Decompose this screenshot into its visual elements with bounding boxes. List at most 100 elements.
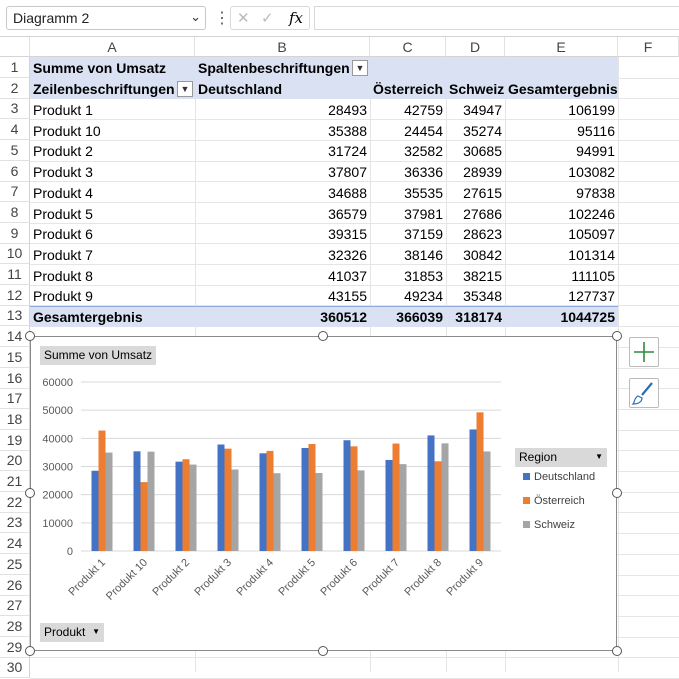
pivot-row-label[interactable]: Produkt 3 bbox=[30, 162, 195, 182]
pivot-cell-de[interactable]: 31724 bbox=[195, 141, 370, 161]
pivot-cell-total[interactable]: 102246 bbox=[505, 204, 618, 224]
resize-handle-right[interactable] bbox=[612, 488, 622, 498]
formula-input[interactable] bbox=[314, 6, 679, 30]
row-header-15[interactable]: 15 bbox=[0, 347, 30, 368]
pivot-cell-de[interactable]: 36579 bbox=[195, 204, 370, 224]
pivot-cell-total[interactable]: 111105 bbox=[505, 266, 618, 286]
column-header-c[interactable]: C bbox=[370, 37, 446, 57]
resize-handle-bottom-left[interactable] bbox=[25, 646, 35, 656]
pivot-cell-at[interactable]: 38146 bbox=[370, 245, 446, 265]
pivot-cell-ch[interactable]: 30842 bbox=[446, 245, 505, 265]
row-header-27[interactable]: 27 bbox=[0, 595, 30, 616]
pivot-cell-de[interactable]: 37807 bbox=[195, 162, 370, 182]
pivot-cell-total[interactable]: 97838 bbox=[505, 183, 618, 203]
pivot-col-oesterreich[interactable]: Österreich bbox=[370, 79, 446, 99]
name-box[interactable]: Diagramm 2 ⌄ bbox=[6, 6, 206, 30]
pivot-cell-at[interactable]: 31853 bbox=[370, 266, 446, 286]
pivot-cell-de[interactable]: 43155 bbox=[195, 286, 370, 306]
pivot-cell-at[interactable]: 42759 bbox=[370, 100, 446, 120]
column-header-a[interactable]: A bbox=[30, 37, 195, 57]
pivot-row-label[interactable]: Produkt 4 bbox=[30, 183, 195, 203]
pivot-row-label[interactable]: Produkt 7 bbox=[30, 245, 195, 265]
pivot-cell-de[interactable]: 41037 bbox=[195, 266, 370, 286]
row-header-19[interactable]: 19 bbox=[0, 430, 30, 451]
pivot-row-label[interactable]: Produkt 10 bbox=[30, 121, 195, 141]
row-header-4[interactable]: 4 bbox=[0, 119, 30, 140]
row-filter-button[interactable]: ▼ bbox=[177, 81, 193, 97]
pivot-cell-ch[interactable]: 28623 bbox=[446, 224, 505, 244]
row-header-1[interactable]: 1 bbox=[0, 57, 30, 78]
pivot-chart[interactable]: Summe von Umsatz Produkt ▼ Region ▼ 0 100… bbox=[30, 336, 617, 651]
pivot-cell-total[interactable]: 106199 bbox=[505, 100, 618, 120]
row-header-6[interactable]: 6 bbox=[0, 161, 30, 182]
row-header-30[interactable]: 30 bbox=[0, 657, 30, 678]
pivot-cell-at[interactable]: 37159 bbox=[370, 224, 446, 244]
pivot-cell-ch[interactable]: 30685 bbox=[446, 141, 505, 161]
chart-styles-button[interactable] bbox=[629, 378, 659, 408]
pivot-col-schweiz[interactable]: Schweiz bbox=[446, 79, 505, 99]
pivot-cell-de[interactable]: 32326 bbox=[195, 245, 370, 265]
pivot-cell-total[interactable]: 127737 bbox=[505, 286, 618, 306]
total-schweiz[interactable]: 318174 bbox=[446, 307, 505, 327]
pivot-cell-at[interactable]: 32582 bbox=[370, 141, 446, 161]
pivot-value-label[interactable]: Summe von Umsatz bbox=[30, 58, 195, 78]
chevron-down-icon[interactable]: ⌄ bbox=[190, 9, 201, 25]
row-header-25[interactable]: 25 bbox=[0, 554, 30, 575]
more-options-icon[interactable]: ⋮ bbox=[214, 8, 230, 28]
pivot-cell-total[interactable]: 105097 bbox=[505, 224, 618, 244]
row-header-20[interactable]: 20 bbox=[0, 450, 30, 471]
row-header-9[interactable]: 9 bbox=[0, 223, 30, 244]
column-header-b[interactable]: B bbox=[195, 37, 370, 57]
pivot-cell-ch[interactable]: 28939 bbox=[446, 162, 505, 182]
column-header-e[interactable]: E bbox=[505, 37, 618, 57]
row-header-2[interactable]: 2 bbox=[0, 78, 30, 99]
pivot-cell-ch[interactable]: 34947 bbox=[446, 100, 505, 120]
pivot-cell-ch[interactable]: 27615 bbox=[446, 183, 505, 203]
column-filter-button[interactable]: ▼ bbox=[352, 60, 368, 76]
row-header-24[interactable]: 24 bbox=[0, 533, 30, 554]
pivot-cell-at[interactable]: 37981 bbox=[370, 204, 446, 224]
column-header-f[interactable]: F bbox=[618, 37, 679, 57]
resize-handle-bottom[interactable] bbox=[318, 646, 328, 656]
row-header-16[interactable]: 16 bbox=[0, 368, 30, 389]
pivot-row-label[interactable]: Produkt 9 bbox=[30, 286, 195, 306]
total-oesterreich[interactable]: 366039 bbox=[370, 307, 446, 327]
pivot-cell-at[interactable]: 49234 bbox=[370, 286, 446, 306]
row-header-8[interactable]: 8 bbox=[0, 202, 30, 223]
pivot-cell-de[interactable]: 35388 bbox=[195, 121, 370, 141]
pivot-cell-at[interactable]: 35535 bbox=[370, 183, 446, 203]
select-all-corner[interactable] bbox=[0, 37, 30, 57]
pivot-cell-de[interactable]: 39315 bbox=[195, 224, 370, 244]
pivot-col-total[interactable]: Gesamtergebnis bbox=[505, 79, 618, 99]
resize-handle-left[interactable] bbox=[25, 488, 35, 498]
pivot-cell-total[interactable]: 95116 bbox=[505, 121, 618, 141]
row-header-5[interactable]: 5 bbox=[0, 140, 30, 161]
pivot-cell-total[interactable]: 94991 bbox=[505, 141, 618, 161]
pivot-row-label[interactable]: Produkt 6 bbox=[30, 224, 195, 244]
row-header-26[interactable]: 26 bbox=[0, 575, 30, 596]
column-header-d[interactable]: D bbox=[446, 37, 505, 57]
resize-handle-top[interactable] bbox=[318, 331, 328, 341]
row-header-17[interactable]: 17 bbox=[0, 388, 30, 409]
pivot-cell-ch[interactable]: 35274 bbox=[446, 121, 505, 141]
row-header-18[interactable]: 18 bbox=[0, 409, 30, 430]
pivot-row-label[interactable]: Produkt 8 bbox=[30, 266, 195, 286]
row-header-3[interactable]: 3 bbox=[0, 98, 30, 119]
insert-function-icon[interactable]: fx bbox=[289, 9, 303, 27]
pivot-cell-at[interactable]: 36336 bbox=[370, 162, 446, 182]
row-header-23[interactable]: 23 bbox=[0, 512, 30, 533]
resize-handle-bottom-right[interactable] bbox=[612, 646, 622, 656]
pivot-row-labels[interactable]: Zeilenbeschriftungen bbox=[30, 79, 195, 99]
pivot-cell-ch[interactable]: 35348 bbox=[446, 286, 505, 306]
pivot-cell-de[interactable]: 34688 bbox=[195, 183, 370, 203]
row-header-13[interactable]: 13 bbox=[0, 305, 30, 326]
cancel-icon[interactable]: ✕ bbox=[237, 9, 250, 27]
pivot-cell-ch[interactable]: 27686 bbox=[446, 204, 505, 224]
pivot-cell-at[interactable]: 24454 bbox=[370, 121, 446, 141]
pivot-cell-ch[interactable]: 38215 bbox=[446, 266, 505, 286]
pivot-row-label[interactable]: Produkt 1 bbox=[30, 100, 195, 120]
row-header-10[interactable]: 10 bbox=[0, 243, 30, 264]
pivot-cell-total[interactable]: 101314 bbox=[505, 245, 618, 265]
confirm-icon[interactable]: ✓ bbox=[261, 9, 274, 27]
row-header-11[interactable]: 11 bbox=[0, 264, 30, 285]
